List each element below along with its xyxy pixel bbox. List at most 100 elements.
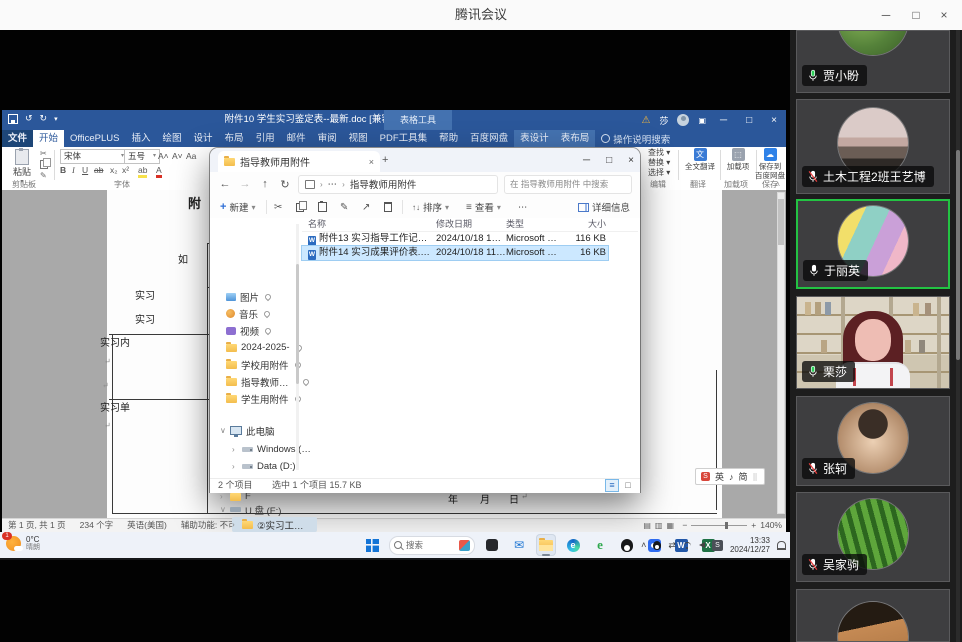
explorer-tab[interactable]: 指导教师用附件 ×	[218, 151, 380, 172]
word-close-button[interactable]: ×	[766, 115, 782, 126]
font-size-select[interactable]: 五号 ▾	[124, 149, 160, 164]
italic-icon[interactable]: I	[72, 165, 75, 175]
maximize-button[interactable]: □	[902, 0, 930, 30]
ribbon-tab-布局[interactable]: 布局	[219, 130, 250, 147]
tell-me-search[interactable]: 操作说明搜索	[595, 130, 676, 147]
view-button[interactable]: ≡ 查看 ▾	[466, 196, 501, 218]
nav-item-学校用附件[interactable]: 学校用附件	[226, 357, 302, 372]
ime-toolbar[interactable]: S 英 ♪ 简 ⣿	[695, 468, 765, 485]
refresh-icon[interactable]: ↻	[278, 178, 292, 191]
explorer-minimize-button[interactable]: ─	[583, 155, 590, 166]
zoom-level[interactable]: 140%	[760, 519, 782, 532]
strikethrough-icon[interactable]: ab	[94, 165, 103, 175]
ribbon-tab-百度网盘[interactable]: 百度网盘	[464, 130, 514, 147]
web-layout-icon[interactable]: ▦	[666, 519, 674, 532]
ime-simplified-toggle[interactable]: 简	[739, 470, 748, 483]
save-icon[interactable]	[8, 113, 18, 124]
nav-scrollbar[interactable]	[296, 224, 299, 470]
ribbon-tab-视图[interactable]: 视图	[343, 130, 374, 147]
new-button[interactable]: + 新建 ▾	[220, 196, 255, 218]
file-row[interactable]: W附件13 实习指导工作记录 (校内指导教... 2024/10/18 18:09…	[302, 232, 608, 246]
chevron-down-icon[interactable]: ▾	[54, 115, 58, 123]
ribbon-tab-审阅[interactable]: 审阅	[312, 130, 343, 147]
copy-icon[interactable]	[40, 158, 51, 169]
rename-button[interactable]: ✎	[340, 196, 348, 218]
nav-item-②实习工作(附...[interactable]: › ②实习工作(附...	[232, 517, 317, 532]
cut-icon[interactable]: ✂	[40, 149, 48, 158]
up-icon[interactable]: ↑	[258, 178, 272, 190]
column-name[interactable]: 名称	[308, 218, 432, 231]
language-indicator[interactable]: 英语(美国)	[127, 519, 167, 532]
nav-item-图片[interactable]: 图片	[226, 289, 273, 304]
search-daily-image-icon[interactable]	[459, 539, 470, 551]
bold-icon[interactable]: B	[60, 165, 66, 175]
zoom-in-button[interactable]: +	[751, 519, 756, 532]
participant-tile[interactable]	[796, 589, 950, 642]
qq-tray-icon[interactable]	[653, 540, 662, 550]
user-avatar[interactable]	[677, 114, 690, 126]
highlight-color-icon[interactable]: ab	[138, 165, 148, 178]
ribbon-tab-OfficePLUS[interactable]: OfficePLUS	[64, 130, 125, 147]
read-mode-icon[interactable]: ▤	[643, 519, 651, 532]
word-count[interactable]: 234 个字	[80, 519, 114, 532]
taskbar-app-mail[interactable]: ✉	[509, 534, 529, 556]
nav-item-Windows (C:)[interactable]: › Windows (C:)	[232, 442, 313, 457]
breadcrumb-ellipsis[interactable]: ⋯	[328, 179, 338, 190]
taskbar-app-e360[interactable]: e	[590, 534, 610, 556]
chevron-down-icon[interactable]: ∨	[220, 426, 226, 435]
sort-button[interactable]: ↑↓ 排序 ▾	[412, 196, 449, 218]
ime-menu-icon[interactable]: ⣿	[753, 473, 759, 481]
chevron-right-icon[interactable]: ›	[232, 520, 238, 529]
ribbon-tab-PDF工具集[interactable]: PDF工具集	[374, 130, 434, 147]
participant-tile[interactable]: 于丽英	[796, 199, 950, 289]
input-switch-icon[interactable]: ⇄	[668, 540, 676, 551]
participant-tile[interactable]: 张轲	[796, 396, 950, 486]
ime-sound-icon[interactable]: ♪	[729, 472, 734, 482]
back-icon[interactable]: ←	[218, 178, 232, 190]
translate-button[interactable]: 文 全文翻译	[682, 148, 718, 172]
column-size[interactable]: 大小	[550, 218, 606, 231]
edit-item-替换[interactable]: 替换 ▾	[648, 158, 670, 168]
word-scrollbar[interactable]	[777, 192, 785, 514]
volume-icon[interactable]	[698, 542, 705, 548]
page-indicator[interactable]: 第 1 页, 共 1 页	[8, 519, 66, 532]
print-layout-icon[interactable]: ▥	[655, 519, 663, 532]
explorer-maximize-button[interactable]: □	[606, 155, 612, 166]
chevron-right-icon[interactable]: ›	[232, 445, 238, 454]
baidu-save-button[interactable]: ☁ 保存到 百度网盘	[754, 148, 786, 180]
nav-item-此电脑[interactable]: ∨ 此电脑	[220, 423, 275, 438]
close-tab-icon[interactable]: ×	[369, 157, 374, 167]
new-tab-button[interactable]: +	[382, 154, 388, 166]
nav-item-U 盘 (F:)[interactable]: ∨ U 盘 (F:)	[220, 502, 281, 517]
taskbar-app-qq[interactable]	[617, 534, 637, 556]
participant-tile[interactable]: 贾小盼	[796, 30, 950, 93]
taskbar-search[interactable]: 搜索	[389, 535, 475, 555]
edit-item-查找[interactable]: 查找 ▾	[648, 148, 670, 158]
copy-button[interactable]	[296, 196, 307, 218]
explorer-close-button[interactable]: ×	[628, 155, 634, 166]
font-name-select[interactable]: 宋体 ▾	[60, 149, 128, 164]
paste-button[interactable]	[318, 196, 327, 218]
file-row[interactable]: W 附件14 实习成果评价表.docx 2024/10/18 11:53 Micros…	[301, 245, 609, 261]
taskbar-clock[interactable]: 13:33 2024/12/27	[730, 536, 770, 554]
taskbar-app-edge[interactable]: e	[563, 534, 583, 556]
underline-icon[interactable]: U	[82, 165, 88, 175]
breadcrumb-current-folder[interactable]: 指导教师用附件	[350, 177, 417, 191]
format-painter-icon[interactable]: ✎	[40, 171, 48, 180]
subscript-icon[interactable]: x₂	[110, 165, 118, 175]
edit-item-选择[interactable]: 选择 ▾	[648, 168, 670, 178]
shrink-font-icon[interactable]: A˅	[172, 151, 183, 161]
details-pane-button[interactable]: 详细信息	[577, 196, 630, 218]
minimize-button[interactable]: ─	[872, 0, 900, 30]
ribbon-tab-插入[interactable]: 插入	[126, 130, 157, 147]
nav-item-Data (D:)[interactable]: › Data (D:)	[232, 459, 296, 474]
font-color-icon[interactable]: A	[156, 165, 162, 178]
addins-button[interactable]: ⬚ 加载项	[722, 148, 754, 172]
delete-button[interactable]	[384, 196, 392, 218]
redo-icon[interactable]: ↻	[40, 113, 48, 124]
nav-item-学生用附件[interactable]: 学生用附件	[226, 391, 302, 406]
sogou-tray-icon[interactable]: S	[711, 539, 723, 551]
chevron-right-icon[interactable]: ›	[232, 462, 238, 471]
column-date[interactable]: 修改日期	[436, 218, 506, 231]
grow-font-icon[interactable]: A˄	[158, 151, 169, 161]
